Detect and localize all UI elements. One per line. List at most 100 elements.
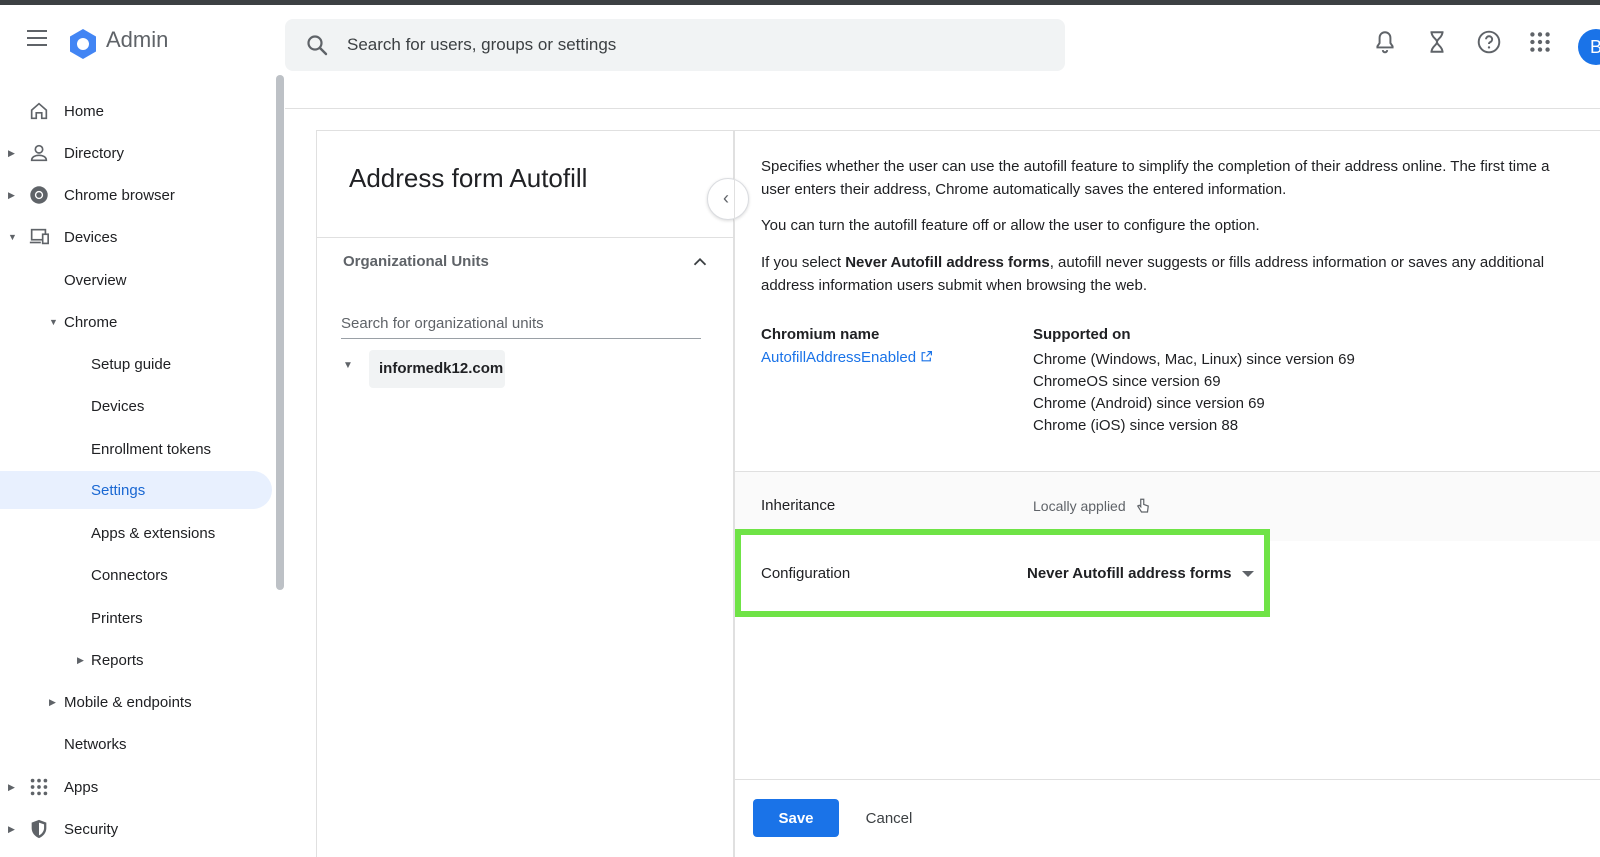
sidebar-item-home[interactable]: Home xyxy=(0,92,272,130)
app-name: Admin xyxy=(106,27,169,52)
sidebar-item-label: Chrome xyxy=(64,313,118,331)
sidebar-item-settings[interactable]: Settings xyxy=(0,471,272,509)
sidebar-item-security[interactable]: ▶ Security xyxy=(0,810,272,848)
policy-description-2: You can turn the autofill feature off or… xyxy=(761,217,1260,234)
policy-description: Specifies whether the user can use the a… xyxy=(761,158,1550,198)
expand-caret-icon[interactable]: ▶ xyxy=(8,782,15,793)
expand-caret-icon[interactable]: ▶ xyxy=(8,824,15,835)
chevron-up-icon[interactable] xyxy=(689,251,711,273)
apps-grid-icon[interactable] xyxy=(1527,29,1553,55)
expand-caret-icon[interactable]: ▶ xyxy=(8,148,15,159)
footer-divider xyxy=(735,779,1600,780)
sidebar-item-chrome-devices[interactable]: Devices xyxy=(0,387,272,425)
supported-on-item: Chrome (Windows, Mac, Linux) since versi… xyxy=(1033,351,1355,368)
sidebar-item-networks[interactable]: Networks xyxy=(0,725,272,763)
sidebar-item-chrome-browser[interactable]: ▶ Chrome browser xyxy=(0,176,272,214)
sidebar-item-directory[interactable]: ▶ Directory xyxy=(0,134,272,172)
expand-caret-icon[interactable]: ▶ xyxy=(49,697,56,708)
policy-title: Address form Autofill xyxy=(349,163,588,193)
sidebar-item-overview[interactable]: Overview xyxy=(0,261,272,299)
sidebar-item-label: Chrome browser xyxy=(64,186,175,204)
save-button[interactable]: Save xyxy=(753,799,839,837)
sidebar-item-connectors[interactable]: Connectors xyxy=(0,556,272,594)
chrome-icon xyxy=(30,186,48,204)
expand-caret-icon[interactable]: ▶ xyxy=(77,655,84,666)
ou-expand-caret-icon[interactable]: ▼ xyxy=(343,360,353,371)
supported-on-item: Chrome (iOS) since version 88 xyxy=(1033,417,1239,434)
sidebar-item-label: Networks xyxy=(64,735,127,753)
sidebar-item-label: Apps & extensions xyxy=(91,524,216,542)
sidebar-item-label: Enrollment tokens xyxy=(91,440,212,458)
external-link-icon xyxy=(921,351,933,362)
sidebar-nav: Home ▶ Directory ▶ Chrome browser ▼ Devi… xyxy=(0,90,278,857)
policy-detail-panel: Specifies whether the user can use the a… xyxy=(734,130,1600,857)
ou-section-header: Organizational Units xyxy=(343,253,489,270)
supported-on-item: ChromeOS since version 69 xyxy=(1033,373,1221,390)
sidebar-item-reports[interactable]: ▶ Reports xyxy=(0,641,272,679)
sidebar-item-printers[interactable]: Printers xyxy=(0,599,272,637)
collapse-caret-icon[interactable]: ▼ xyxy=(8,232,17,242)
chromium-name-label: Chromium name xyxy=(761,326,880,343)
main-menu-icon[interactable] xyxy=(22,25,52,53)
sidebar-scrollbar[interactable] xyxy=(276,75,284,590)
inheritance-dropdown[interactable]: Locally applied xyxy=(1033,497,1152,515)
help-icon[interactable] xyxy=(1476,29,1502,55)
sidebar-item-label: Reports xyxy=(91,651,144,669)
configuration-label: Configuration xyxy=(761,565,851,582)
sidebar-item-label: Directory xyxy=(64,144,125,162)
desc-text: If you select xyxy=(761,254,846,271)
person-icon xyxy=(30,144,48,162)
sidebar-item-chrome[interactable]: ▼ Chrome xyxy=(0,303,272,341)
notifications-bell-icon[interactable] xyxy=(1372,29,1398,55)
devices-icon xyxy=(29,228,49,245)
cancel-button[interactable]: Cancel xyxy=(851,799,927,837)
ou-root-node[interactable]: informedk12.com xyxy=(369,350,505,388)
sidebar-item-label: Settings xyxy=(91,481,146,499)
sidebar-item-label: Setup guide xyxy=(91,355,172,373)
sidebar-item-label: Mobile & endpoints xyxy=(64,693,192,711)
supported-on-list: Chrome (Windows, Mac, Linux) since versi… xyxy=(1033,349,1355,437)
sidebar-item-label: Printers xyxy=(91,609,143,627)
apps-grid-icon xyxy=(30,778,48,796)
sidebar-item-label: Home xyxy=(64,102,105,120)
tasks-hourglass-icon[interactable] xyxy=(1424,29,1450,55)
desc-bold-text: Never Autofill address forms xyxy=(845,254,1050,271)
supported-on-label: Supported on xyxy=(1033,326,1131,343)
search-input[interactable] xyxy=(347,31,1027,59)
supported-on-item: Chrome (Android) since version 69 xyxy=(1033,395,1265,412)
sidebar-item-mobile-endpoints[interactable]: ▶ Mobile & endpoints xyxy=(0,683,272,721)
search-icon xyxy=(307,35,328,56)
inheritance-label: Inheritance xyxy=(761,497,836,514)
sidebar-item-apps-extensions[interactable]: Apps & extensions xyxy=(0,514,272,552)
account-avatar[interactable]: B xyxy=(1578,29,1600,65)
search-bar[interactable] xyxy=(285,19,1065,71)
chromium-name-link[interactable]: AutofillAddressEnabled xyxy=(761,349,933,366)
pointer-cursor-icon xyxy=(1136,498,1149,513)
expand-caret-icon[interactable]: ▶ xyxy=(8,190,15,201)
configuration-dropdown[interactable]: Never Autofill address forms xyxy=(1027,565,1254,582)
top-bar: Admin B xyxy=(0,5,1600,71)
policy-description-3: If you select Never Autofill address for… xyxy=(761,251,1561,297)
configuration-row: Configuration Never Autofill address for… xyxy=(735,529,1270,617)
sidebar-item-label: Devices xyxy=(64,228,118,246)
ou-search-input[interactable] xyxy=(341,309,701,339)
dropdown-arrow-icon xyxy=(1241,571,1254,578)
configuration-value: Never Autofill address forms xyxy=(1027,565,1232,582)
home-icon xyxy=(30,102,48,120)
sidebar-item-apps[interactable]: ▶ Apps xyxy=(0,768,272,806)
sidebar-item-enrollment-tokens[interactable]: Enrollment tokens xyxy=(0,430,272,468)
sidebar-item-label: Devices xyxy=(91,397,145,415)
collapse-caret-icon[interactable]: ▼ xyxy=(49,317,58,327)
header-divider xyxy=(285,108,1600,109)
inheritance-value: Locally applied xyxy=(1033,498,1126,514)
sidebar-item-label: Overview xyxy=(64,271,127,289)
divider xyxy=(317,237,735,238)
policy-ou-panel: Address form Autofill Organizational Uni… xyxy=(316,130,735,857)
sidebar-item-label: Security xyxy=(64,820,119,838)
sidebar-item-label: Apps xyxy=(64,778,99,796)
admin-logo-icon[interactable] xyxy=(66,27,100,61)
link-text: AutofillAddressEnabled xyxy=(761,349,917,366)
sidebar-item-label: Connectors xyxy=(91,566,168,584)
sidebar-item-setup-guide[interactable]: Setup guide xyxy=(0,345,272,383)
sidebar-item-devices[interactable]: ▼ Devices xyxy=(0,218,272,256)
